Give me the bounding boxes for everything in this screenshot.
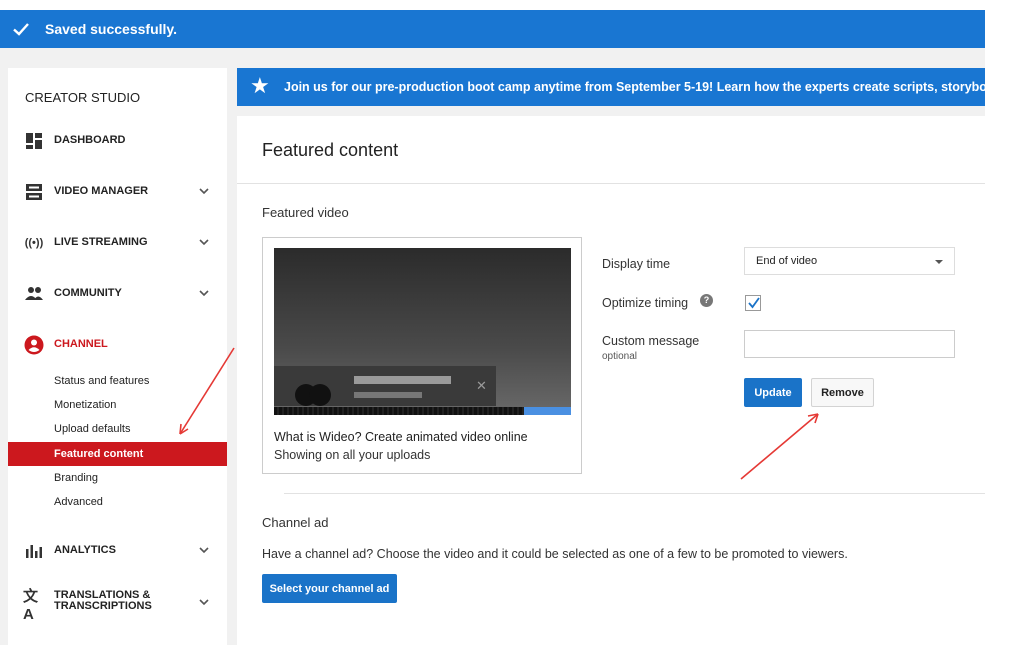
banner-text: Join us for our pre-production boot camp… — [284, 80, 985, 94]
sidebar-item-community[interactable]: COMMUNITY — [8, 274, 227, 314]
sidebar-item-label: LIVE STREAMING — [54, 236, 148, 248]
channel-ad-heading: Channel ad — [262, 515, 329, 530]
chevron-down-icon[interactable] — [197, 235, 211, 249]
custom-message-label: Custom message — [602, 334, 700, 348]
page-title: Featured content — [262, 140, 399, 160]
dropdown-caret-icon — [935, 260, 943, 264]
sidebar-item-label: COMMUNITY — [54, 287, 122, 299]
update-button[interactable]: Update — [744, 378, 802, 407]
optimize-timing-checkbox[interactable] — [745, 295, 761, 311]
sidebar-subitem-branding[interactable]: Branding — [8, 466, 227, 490]
main-panel: Featured content Featured video ✕ What i… — [237, 116, 985, 645]
promo-banner[interactable]: ★ Join us for our pre-production boot ca… — [237, 68, 985, 106]
star-icon: ★ — [250, 73, 270, 98]
sidebar-subitem-label: Branding — [54, 472, 99, 484]
success-notification: Saved successfully. — [0, 10, 985, 48]
translate-icon: 文A — [23, 588, 39, 623]
sidebar-item-translations[interactable]: 文A TRANSLATIONS & TRANSCRIPTIONS — [8, 583, 227, 623]
select-channel-ad-button[interactable]: Select your channel ad — [262, 574, 397, 603]
close-icon: ✕ — [476, 378, 487, 393]
community-icon — [23, 283, 45, 305]
custom-message-input[interactable] — [744, 330, 955, 358]
top-strip — [0, 0, 1024, 10]
sidebar-item-analytics[interactable]: ANALYTICS — [8, 531, 227, 571]
notification-message: Saved successfully. — [45, 21, 178, 37]
sidebar-subitem-label: Monetization — [54, 399, 117, 411]
display-time-value: End of video — [756, 255, 818, 267]
sidebar-item-label: TRANSLATIONS & TRANSCRIPTIONS — [54, 589, 152, 612]
sidebar-item-live-streaming[interactable]: ((•)) LIVE STREAMING — [8, 223, 227, 263]
sidebar-item-video-manager[interactable]: VIDEO MANAGER — [8, 172, 227, 212]
sidebar: CREATOR STUDIO DASHBOARD VIDEO MANAGER (… — [8, 68, 227, 645]
divider — [237, 183, 985, 184]
sidebar-subitem-status-and-features[interactable]: Status and features — [8, 369, 227, 393]
placeholder-bar — [354, 376, 451, 384]
checkmark-icon — [13, 23, 29, 36]
checkmark-icon — [748, 297, 760, 309]
right-edge — [985, 0, 1024, 645]
custom-message-optional: optional — [602, 351, 638, 362]
sidebar-subitem-label: Featured content — [54, 448, 144, 460]
sidebar-item-label: CHANNEL — [54, 338, 108, 350]
sidebar-subitem-label: Upload defaults — [54, 423, 131, 435]
divider — [284, 493, 985, 494]
sidebar-subitem-featured-content[interactable]: Featured content — [8, 442, 227, 466]
avatar-icon — [295, 384, 331, 406]
sidebar-item-label: DASHBOARD — [54, 134, 126, 146]
sidebar-item-channel[interactable]: CHANNEL — [8, 325, 227, 365]
sidebar-item-label: VIDEO MANAGER — [54, 185, 149, 197]
sidebar-subitem-label: Advanced — [54, 496, 103, 508]
sidebar-item-dashboard[interactable]: DASHBOARD — [8, 121, 227, 161]
sidebar-subitem-advanced[interactable]: Advanced — [8, 490, 227, 514]
live-streaming-icon: ((•)) — [24, 237, 44, 249]
sidebar-subitem-upload-defaults[interactable]: Upload defaults — [8, 417, 227, 441]
sidebar-item-label: ANALYTICS — [54, 544, 116, 556]
video-thumbnail[interactable]: ✕ — [274, 248, 571, 415]
sidebar-subitem-label: Status and features — [54, 375, 150, 387]
chevron-down-icon[interactable] — [197, 286, 211, 300]
chevron-down-icon[interactable] — [197, 595, 211, 609]
chevron-down-icon[interactable] — [197, 184, 211, 198]
featured-video-heading: Featured video — [262, 205, 349, 220]
help-icon[interactable]: ? — [700, 294, 713, 307]
chevron-down-icon[interactable] — [197, 543, 211, 557]
channel-ad-description: Have a channel ad? Choose the video and … — [262, 547, 848, 561]
display-time-label: Display time — [602, 257, 671, 271]
sidebar-title: CREATOR STUDIO — [25, 90, 141, 105]
display-time-select[interactable]: End of video — [744, 247, 955, 275]
optimize-timing-label: Optimize timing — [602, 296, 689, 310]
sidebar-subitem-monetization[interactable]: Monetization — [8, 393, 227, 417]
placeholder-bar — [354, 392, 422, 398]
video-title: What is Wideo? Create animated video onl… — [274, 430, 528, 444]
remove-button[interactable]: Remove — [811, 378, 874, 407]
channel-icon — [23, 334, 45, 356]
dashboard-icon — [23, 130, 45, 152]
video-progress-bar — [274, 407, 571, 415]
analytics-icon — [23, 540, 45, 562]
featured-video-card[interactable]: ✕ What is Wideo? Create animated video o… — [262, 237, 582, 474]
video-subtitle: Showing on all your uploads — [274, 448, 431, 462]
video-manager-icon — [23, 181, 45, 203]
